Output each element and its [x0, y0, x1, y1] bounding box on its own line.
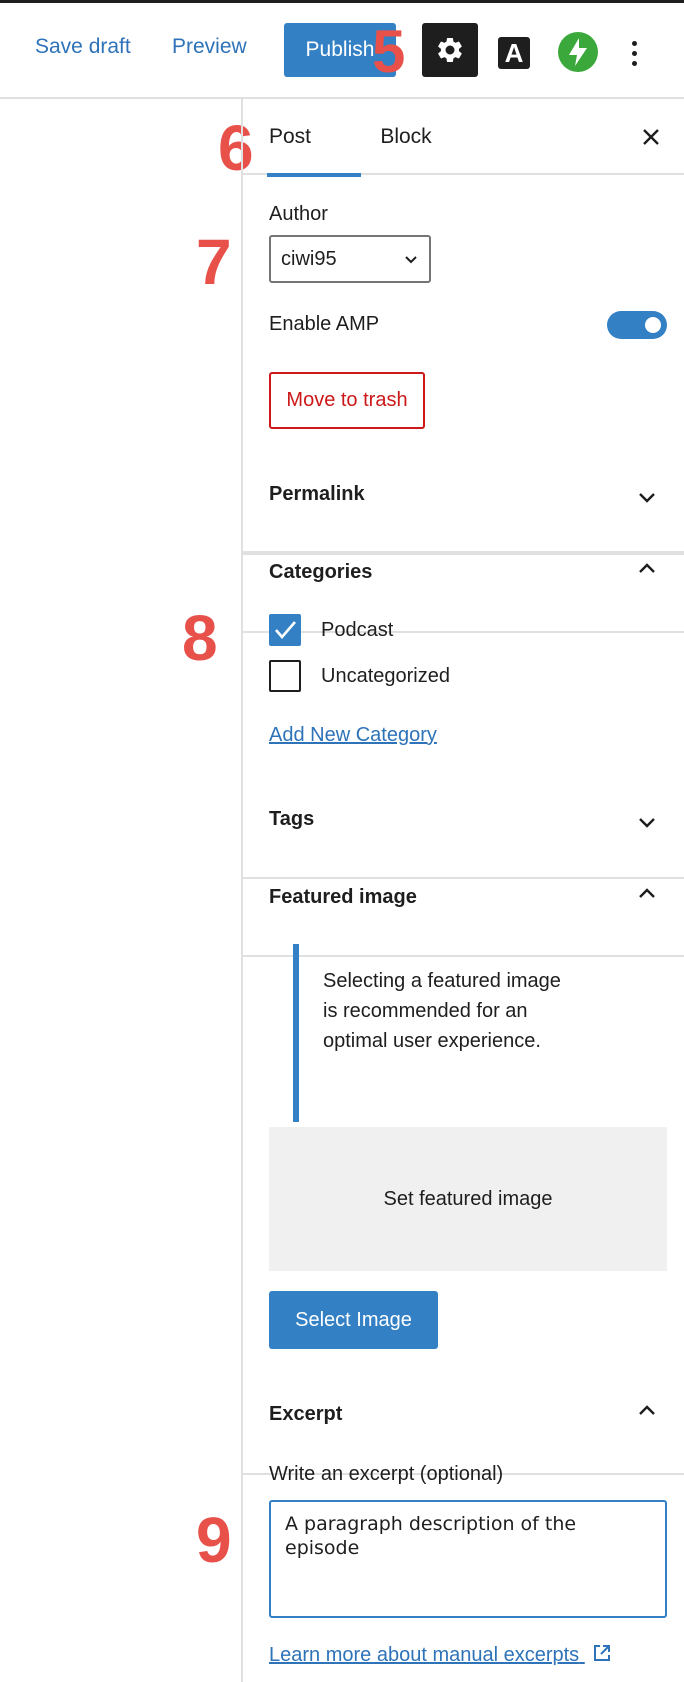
annotation-number: 8	[182, 602, 218, 674]
toggle-knob	[645, 317, 661, 333]
close-icon[interactable]	[635, 121, 667, 153]
annotation-number: 5	[372, 18, 406, 85]
gear-icon	[438, 37, 462, 63]
set-featured-image-button[interactable]: Set featured image	[269, 1127, 667, 1271]
external-link-icon	[593, 1645, 610, 1661]
notice-text: Selecting a featured image is recommende…	[323, 970, 561, 1052]
category-label-uncategorized: Uncategorized	[321, 665, 450, 687]
settings-sidebar: Post Block Author ciwi95 Enable AMP Move…	[241, 99, 684, 1682]
excerpt-title[interactable]: Excerpt	[269, 1403, 342, 1426]
move-to-trash-button[interactable]: Move to trash	[269, 372, 425, 429]
save-draft-button[interactable]: Save draft	[35, 35, 131, 59]
featured-image-title[interactable]: Featured image	[269, 886, 417, 909]
jetpack-bolt-icon[interactable]	[558, 32, 598, 72]
author-value: ciwi95	[281, 247, 337, 270]
chevron-up-icon[interactable]	[635, 1399, 659, 1423]
chevron-up-icon[interactable]	[635, 882, 659, 906]
vertical-ellipsis-icon[interactable]	[622, 33, 646, 73]
category-checkbox-podcast[interactable]	[269, 614, 301, 646]
chevron-up-icon[interactable]	[635, 557, 659, 581]
enable-amp-label: Enable AMP	[269, 313, 380, 335]
category-label-podcast: Podcast	[321, 619, 394, 641]
add-new-category-link[interactable]: Add New Category	[269, 724, 437, 747]
chevron-down-icon[interactable]	[635, 485, 659, 509]
annotation-number: 7	[196, 226, 232, 298]
annotation-number: 9	[196, 1504, 232, 1576]
select-image-button[interactable]: Select Image	[269, 1291, 438, 1349]
category-checkbox-uncategorized[interactable]	[269, 660, 301, 692]
author-label: Author	[269, 203, 328, 225]
editor-header: Save draft Preview Publish A	[0, 3, 684, 99]
permalink-title[interactable]: Permalink	[269, 483, 365, 506]
author-select[interactable]: ciwi95	[269, 235, 431, 283]
amp-a-icon[interactable]: A	[498, 37, 530, 69]
enable-amp-toggle[interactable]	[607, 311, 667, 339]
tab-block[interactable]: Block	[361, 99, 451, 175]
learn-more-excerpts-link[interactable]: Learn more about manual excerpts	[269, 1642, 613, 1667]
excerpt-field-label: Write an excerpt (optional)	[269, 1463, 504, 1485]
featured-image-notice: Selecting a featured image is recommende…	[293, 944, 563, 1122]
sidebar-tabs: Post Block	[243, 99, 684, 177]
chevron-down-icon	[405, 256, 417, 264]
chevron-down-icon[interactable]	[635, 810, 659, 834]
settings-button[interactable]	[422, 23, 478, 77]
tags-title[interactable]: Tags	[269, 808, 314, 831]
categories-title[interactable]: Categories	[269, 561, 372, 584]
preview-button[interactable]: Preview	[172, 35, 247, 59]
tab-post[interactable]: Post	[267, 99, 361, 177]
learn-more-text: Learn more about manual excerpts	[269, 1644, 580, 1666]
categories-panel	[243, 633, 684, 879]
checkmark-icon	[275, 621, 296, 639]
excerpt-textarea[interactable]: A paragraph description of the episode	[269, 1500, 667, 1618]
